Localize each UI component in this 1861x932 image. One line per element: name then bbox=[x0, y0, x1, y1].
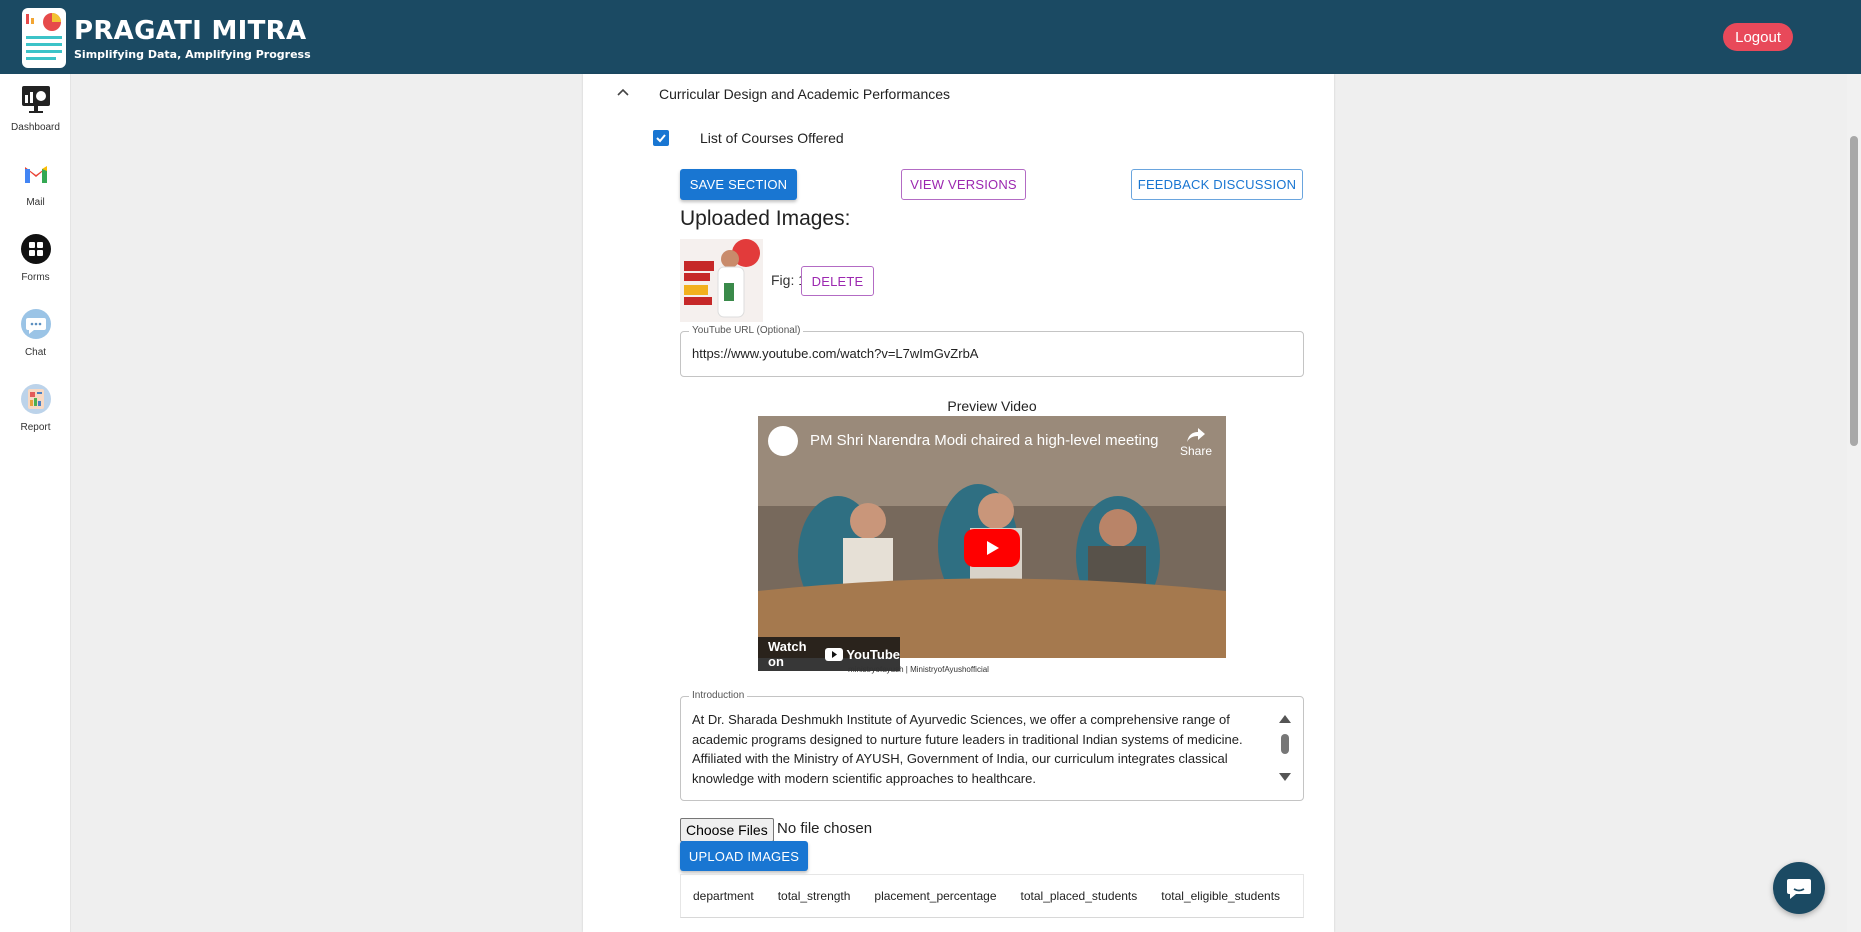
channel-avatar[interactable] bbox=[768, 426, 798, 456]
video-title[interactable]: PM Shri Narendra Modi chaired a high-lev… bbox=[810, 432, 1159, 449]
uploaded-image-thumbnail[interactable] bbox=[680, 239, 763, 322]
share-label: Share bbox=[1179, 444, 1213, 458]
save-section-button[interactable]: SAVE SECTION bbox=[680, 169, 797, 200]
column-header[interactable]: department bbox=[681, 889, 766, 903]
gmail-icon bbox=[19, 157, 53, 191]
feedback-discussion-button[interactable]: FEEDBACK DISCUSSION bbox=[1131, 169, 1303, 200]
brand-title: PRAGATI MITRA bbox=[74, 16, 307, 46]
introduction-textarea[interactable]: At Dr. Sharada Deshmukh Institute of Ayu… bbox=[692, 710, 1272, 788]
sidebar-item-report[interactable]: Report bbox=[0, 382, 71, 433]
preview-video-label: Preview Video bbox=[947, 398, 1037, 414]
youtube-logo-icon: YouTube bbox=[825, 647, 900, 662]
youtube-url-input[interactable]: https://www.youtube.com/watch?v=L7wImGvZ… bbox=[692, 346, 978, 361]
introduction-label: Introduction bbox=[689, 690, 748, 701]
share-control[interactable]: Share bbox=[1176, 426, 1216, 458]
chat-bubble-icon bbox=[1787, 879, 1811, 899]
play-icon[interactable] bbox=[964, 529, 1020, 567]
logout-button[interactable]: Logout bbox=[1723, 23, 1793, 51]
column-header[interactable]: total_strength bbox=[766, 889, 863, 903]
page-scrollbar[interactable] bbox=[1847, 74, 1861, 932]
delete-image-button[interactable]: DELETE bbox=[801, 266, 874, 296]
accordion-header[interactable]: Curricular Design and Academic Performan… bbox=[583, 74, 1334, 112]
sidebar: Dashboard Mail Forms Chat Report bbox=[0, 74, 71, 932]
textarea-scrollbar[interactable] bbox=[1281, 734, 1289, 754]
sidebar-item-chat[interactable]: Chat bbox=[0, 307, 71, 358]
sidebar-item-label: Forms bbox=[21, 272, 50, 283]
chat-icon bbox=[19, 307, 53, 341]
youtube-embed[interactable]: PM Shri Narendra Modi chaired a high-lev… bbox=[758, 416, 1226, 658]
scroll-up-icon[interactable] bbox=[1279, 715, 1291, 723]
checkbox-label: List of Courses Offered bbox=[700, 130, 844, 146]
view-versions-button[interactable]: VIEW VERSIONS bbox=[901, 169, 1026, 200]
introduction-field[interactable]: Introduction At Dr. Sharada Deshmukh Ins… bbox=[680, 690, 1304, 801]
video-social-strip: ministryofayush | MinistryofAyushofficia… bbox=[848, 665, 989, 674]
report-icon bbox=[19, 382, 53, 416]
column-header[interactable]: placement_percentage bbox=[862, 889, 1008, 903]
accordion-title: Curricular Design and Academic Performan… bbox=[659, 86, 951, 102]
youtube-url-field[interactable]: YouTube URL (Optional) https://www.youtu… bbox=[680, 325, 1304, 377]
section-card: Curricular Design and Academic Performan… bbox=[583, 74, 1334, 932]
column-header[interactable]: total_eligible_students bbox=[1149, 889, 1292, 903]
sidebar-item-label: Chat bbox=[24, 347, 47, 358]
sidebar-item-dashboard[interactable]: Dashboard bbox=[0, 82, 71, 133]
page-scrollbar-thumb[interactable] bbox=[1850, 136, 1858, 446]
forms-icon bbox=[19, 232, 53, 266]
chevron-up-icon[interactable] bbox=[615, 84, 631, 100]
upload-images-button[interactable]: UPLOAD IMAGES bbox=[680, 841, 808, 871]
youtube-brand: YouTube bbox=[846, 646, 900, 662]
youtube-url-label: YouTube URL (Optional) bbox=[689, 325, 804, 336]
column-header[interactable]: total_placed_students bbox=[1009, 889, 1150, 903]
app-logo bbox=[22, 8, 66, 68]
courses-checkbox[interactable] bbox=[653, 130, 669, 146]
app-header: PRAGATI MITRA Simplifying Data, Amplifyi… bbox=[0, 0, 1861, 74]
sidebar-item-label: Mail bbox=[26, 197, 45, 208]
uploaded-images-heading: Uploaded Images: bbox=[680, 207, 851, 230]
share-icon bbox=[1187, 428, 1205, 442]
dashboard-icon bbox=[19, 82, 53, 116]
table-header-row: department total_strength placement_perc… bbox=[680, 874, 1304, 918]
sidebar-item-label: Report bbox=[20, 422, 51, 433]
sidebar-item-label: Dashboard bbox=[11, 122, 60, 133]
brand-subtitle: Simplifying Data, Amplifying Progress bbox=[74, 48, 311, 61]
watch-on-label: Watch on bbox=[768, 639, 807, 669]
sidebar-item-mail[interactable]: Mail bbox=[0, 157, 71, 208]
choose-files-button[interactable]: Choose Files bbox=[680, 818, 774, 842]
sidebar-item-forms[interactable]: Forms bbox=[0, 232, 71, 283]
file-status: No file chosen bbox=[777, 820, 873, 837]
scroll-down-icon[interactable] bbox=[1279, 773, 1291, 781]
chat-fab-button[interactable] bbox=[1773, 862, 1825, 914]
